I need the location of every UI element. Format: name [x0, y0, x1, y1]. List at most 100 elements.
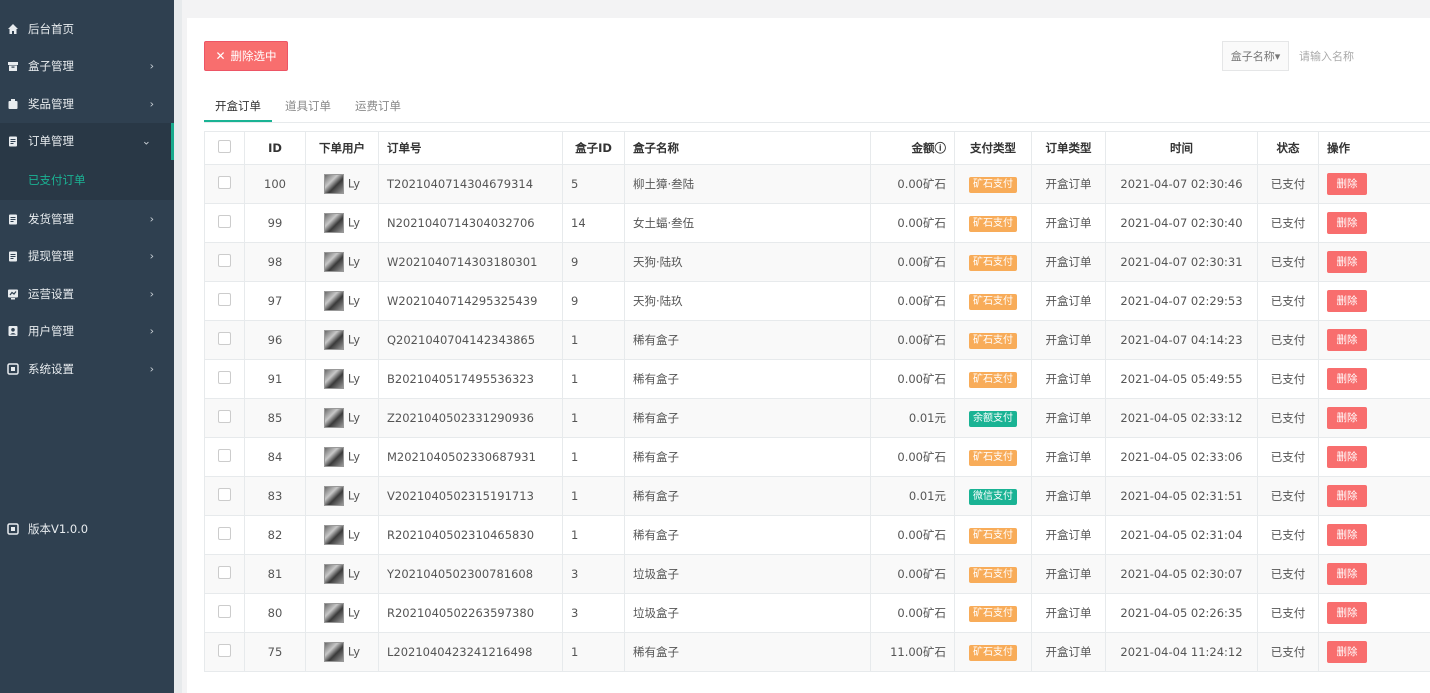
delete-button[interactable]: 删除 — [1327, 368, 1367, 390]
amount: 0.01元 — [870, 476, 955, 516]
checkbox[interactable] — [218, 215, 231, 228]
pay-type-badge: 矿石支付 — [969, 527, 1017, 544]
amount: 0.00矿石 — [870, 164, 955, 204]
tab-item-orders[interactable]: 道具订单 — [274, 96, 342, 122]
search-field-select[interactable]: 盒子名称▾ — [1223, 42, 1289, 70]
box-id: 9 — [562, 242, 625, 282]
order-type: 开盒订单 — [1031, 476, 1106, 516]
order-type: 开盒订单 — [1031, 203, 1106, 243]
chevron-right-icon: › — [149, 212, 154, 226]
table-row: 85 Ly Z2021040502331290936 1 稀有盒子 0.01元 余额支付 开盒… — [204, 398, 1430, 438]
order-type: 开盒订单 — [1031, 359, 1106, 399]
sidebar-item-label: 用户管理 — [28, 324, 74, 339]
order-id: 97 — [244, 281, 306, 321]
sidebar-item-label: 订单管理 — [28, 134, 74, 149]
avatar — [323, 447, 344, 467]
delete-button[interactable]: 删除 — [1327, 212, 1367, 234]
search-input[interactable] — [1289, 41, 1430, 71]
sidebar-item-user[interactable]: 用户管理 › — [0, 313, 174, 351]
divider — [174, 0, 182, 693]
operation-icon — [6, 287, 20, 301]
order-type: 开盒订单 — [1031, 632, 1106, 672]
header-select-all[interactable] — [204, 131, 245, 165]
pay-type-cell: 矿石支付 — [954, 515, 1032, 555]
checkbox[interactable] — [218, 605, 231, 618]
header-amount: 金额ⓘ — [870, 131, 955, 165]
delete-button[interactable]: 删除 — [1327, 251, 1367, 273]
delete-button[interactable]: 删除 — [1327, 524, 1367, 546]
order-id: 98 — [244, 242, 306, 282]
box-icon — [6, 59, 20, 73]
order-user: Ly — [305, 281, 379, 321]
order-user: Ly — [305, 476, 379, 516]
checkbox[interactable] — [218, 410, 231, 423]
order-number: Z2021040502331290936 — [378, 398, 563, 438]
header-pay-type: 支付类型 — [954, 131, 1032, 165]
amount: 0.00矿石 — [870, 203, 955, 243]
delete-button[interactable]: 删除 — [1327, 563, 1367, 585]
checkbox[interactable] — [218, 140, 231, 153]
order-user: Ly — [305, 320, 379, 360]
header-id[interactable]: ID — [244, 131, 306, 165]
order-number: T2021040714304679314 — [378, 164, 563, 204]
delete-button[interactable]: 删除 — [1327, 329, 1367, 351]
order-type: 开盒订单 — [1031, 437, 1106, 477]
delete-button[interactable]: 删除 — [1327, 602, 1367, 624]
box-id: 1 — [562, 437, 625, 477]
box-id: 3 — [562, 554, 625, 594]
order-id: 82 — [244, 515, 306, 555]
order-id: 85 — [244, 398, 306, 438]
sidebar-item-label: 后台首页 — [28, 21, 74, 36]
tab-open-box-orders[interactable]: 开盒订单 — [204, 96, 272, 122]
chevron-right-icon: › — [149, 287, 154, 301]
delete-selected-button[interactable]: ✕ 删除选中 — [204, 41, 288, 71]
sidebar-item-box[interactable]: 盒子管理 › — [0, 48, 174, 86]
order-status: 已支付 — [1257, 242, 1319, 282]
checkbox[interactable] — [218, 527, 231, 540]
sidebar-item-withdraw[interactable]: 提现管理 › — [0, 238, 174, 276]
checkbox[interactable] — [218, 644, 231, 657]
checkbox[interactable] — [218, 566, 231, 579]
row-select-cell — [204, 242, 245, 282]
pay-type-badge: 矿石支付 — [969, 566, 1017, 583]
checkbox[interactable] — [218, 293, 231, 306]
user-name: Ly — [347, 488, 361, 503]
box-id: 14 — [562, 203, 625, 243]
sidebar-item-home[interactable]: 后台首页 — [0, 10, 174, 48]
row-select-cell — [204, 320, 245, 360]
checkbox[interactable] — [218, 254, 231, 267]
order-user: Ly — [305, 164, 379, 204]
delete-button[interactable]: 删除 — [1327, 641, 1367, 663]
checkbox[interactable] — [218, 176, 231, 189]
row-select-cell — [204, 515, 245, 555]
delete-button[interactable]: 删除 — [1327, 407, 1367, 429]
delete-button[interactable]: 删除 — [1327, 446, 1367, 468]
checkbox[interactable] — [218, 449, 231, 462]
pay-type-cell: 矿石支付 — [954, 203, 1032, 243]
sidebar-item-operation[interactable]: 运营设置 › — [0, 275, 174, 313]
table-row: 97 Ly W2021040714295325439 9 天狗·陆玖 0.00矿石 矿石支付… — [204, 281, 1430, 321]
order-status: 已支付 — [1257, 437, 1319, 477]
order-time: 2021-04-05 02:30:07 — [1105, 554, 1258, 594]
order-id: 100 — [244, 164, 306, 204]
delete-button[interactable]: 删除 — [1327, 173, 1367, 195]
checkbox[interactable] — [218, 488, 231, 501]
checkbox[interactable] — [218, 371, 231, 384]
delete-button[interactable]: 删除 — [1327, 485, 1367, 507]
sidebar-item-system[interactable]: 系统设置 › — [0, 350, 174, 388]
actions-cell: 删除 — [1318, 242, 1430, 282]
pay-type-cell: 矿石支付 — [954, 164, 1032, 204]
chevron-right-icon: › — [149, 249, 154, 263]
checkbox[interactable] — [218, 332, 231, 345]
header-box-name: 盒子名称 — [624, 131, 871, 165]
user-name: Ly — [347, 332, 361, 347]
sidebar-item-order[interactable]: 订单管理 ⌄ — [0, 122, 174, 160]
amount: 0.00矿石 — [870, 242, 955, 282]
sidebar-subitem-paid-orders[interactable]: 已支付订单 — [0, 160, 174, 200]
sidebar-item-shipping[interactable]: 发货管理 › — [0, 200, 174, 238]
row-select-cell — [204, 164, 245, 204]
sidebar-item-prize[interactable]: 奖品管理 › — [0, 85, 174, 123]
delete-button[interactable]: 删除 — [1327, 290, 1367, 312]
pay-type-badge: 微信支付 — [969, 488, 1017, 505]
tab-shipping-orders[interactable]: 运费订单 — [344, 96, 412, 122]
